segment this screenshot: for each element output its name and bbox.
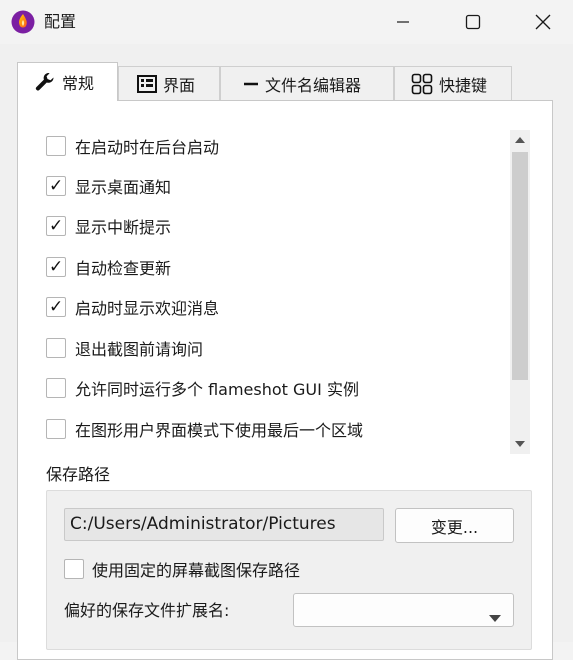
- tab-shortcuts[interactable]: 快捷键: [394, 66, 512, 100]
- option-show-abort-hint[interactable]: ✓ 显示中断提示: [38, 213, 171, 239]
- checkbox[interactable]: [46, 136, 66, 156]
- extension-label: 偏好的保存文件扩展名:: [64, 601, 230, 620]
- option-use-fixed-path[interactable]: 使用固定的屏幕截图保存路径: [58, 556, 300, 582]
- maximize-button[interactable]: [450, 0, 496, 44]
- option-label: 允许同时运行多个 flameshot GUI 实例: [75, 380, 359, 399]
- option-label: 在图形用户界面模式下使用最后一个区域: [75, 421, 364, 440]
- minimize-icon: [397, 21, 409, 23]
- option-label: 显示中断提示: [75, 218, 172, 237]
- option-show-desktop-notifications[interactable]: ✓ 显示桌面通知: [38, 173, 171, 199]
- save-path-field[interactable]: C:/Users/Administrator/Pictures: [64, 508, 384, 541]
- extension-select[interactable]: [293, 593, 514, 627]
- checkbox[interactable]: [46, 378, 66, 398]
- check-mark-icon: ✓: [49, 257, 64, 277]
- change-path-button[interactable]: 变更...: [395, 508, 514, 543]
- options-list: 在启动时在后台启动 ✓ 显示桌面通知 ✓ 显示中断提示 ✓ 自动检查更新 ✓ 启…: [38, 126, 510, 456]
- option-show-welcome[interactable]: ✓ 启动时显示欢迎消息: [38, 294, 219, 320]
- tab-filename-editor-label: 文件名编辑器: [265, 75, 362, 95]
- window-title: 配置: [44, 12, 77, 31]
- config-window: 配置 常规 界面 文件名编辑器 快捷键 在启动时在后台启动 ✓ 显示桌面通知 ✓…: [0, 0, 573, 660]
- triangle-up-icon: [515, 137, 525, 143]
- grid-icon: [411, 73, 433, 95]
- checkbox[interactable]: [46, 338, 66, 358]
- option-label: 启动时显示欢迎消息: [75, 299, 220, 318]
- option-label: 在启动时在后台启动: [75, 138, 220, 157]
- check-mark-icon: ✓: [49, 297, 64, 317]
- tab-shortcuts-label: 快捷键: [439, 75, 488, 95]
- option-label: 自动检查更新: [75, 259, 172, 278]
- tab-interface-label: 界面: [163, 75, 196, 95]
- close-button[interactable]: [520, 0, 566, 44]
- check-mark-icon: ✓: [49, 216, 64, 236]
- interface-icon: [137, 74, 157, 93]
- wrench-icon: [34, 71, 56, 93]
- check-mark-icon: ✓: [49, 176, 64, 196]
- option-label: 退出截图前请询问: [75, 340, 204, 359]
- flameshot-icon: [11, 10, 35, 34]
- vertical-scrollbar[interactable]: [510, 130, 530, 454]
- title-bar[interactable]: 配置: [0, 0, 573, 44]
- maximize-icon: [465, 14, 481, 30]
- scrollbar-thumb[interactable]: [512, 152, 528, 380]
- minimize-button[interactable]: [380, 0, 426, 44]
- tab-general[interactable]: 常规: [17, 62, 118, 101]
- checkbox[interactable]: ✓: [46, 176, 66, 196]
- scroll-down-button[interactable]: [510, 434, 530, 454]
- close-icon: [535, 14, 551, 30]
- chevron-down-icon: [489, 607, 501, 626]
- tab-interface[interactable]: 界面: [118, 66, 220, 100]
- option-auto-check-updates[interactable]: ✓ 自动检查更新: [38, 254, 171, 280]
- tab-general-label: 常规: [62, 74, 95, 93]
- checkbox[interactable]: [64, 559, 84, 579]
- option-label: 显示桌面通知: [75, 178, 172, 197]
- option-start-in-background[interactable]: 在启动时在后台启动: [38, 133, 219, 159]
- checkbox[interactable]: ✓: [46, 297, 66, 317]
- option-use-last-region[interactable]: 在图形用户界面模式下使用最后一个区域: [38, 416, 363, 442]
- tab-filename-editor[interactable]: 文件名编辑器: [220, 66, 394, 100]
- checkbox[interactable]: ✓: [46, 257, 66, 277]
- checkbox[interactable]: ✓: [46, 216, 66, 236]
- minus-icon: [243, 76, 259, 92]
- option-allow-multiple-gui[interactable]: 允许同时运行多个 flameshot GUI 实例: [38, 375, 359, 401]
- save-path-group-label: 保存路径: [46, 465, 111, 484]
- triangle-down-icon: [515, 441, 525, 447]
- option-confirm-exit[interactable]: 退出截图前请询问: [38, 335, 203, 361]
- option-label: 使用固定的屏幕截图保存路径: [92, 561, 301, 580]
- checkbox[interactable]: [46, 419, 66, 439]
- scroll-up-button[interactable]: [510, 130, 530, 150]
